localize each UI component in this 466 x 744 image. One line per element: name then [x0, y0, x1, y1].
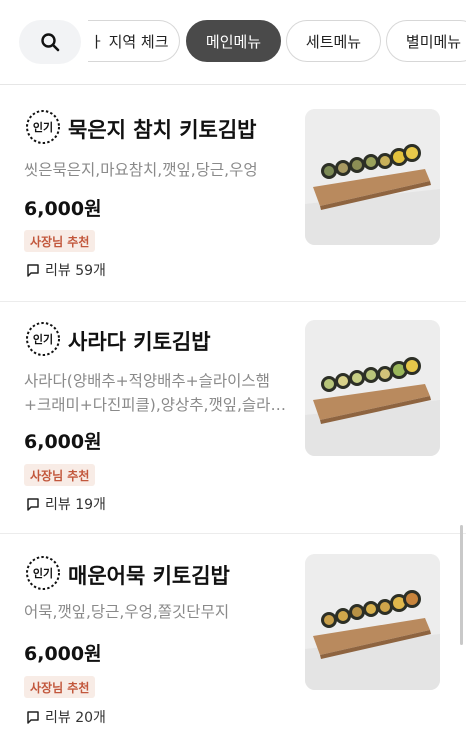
category-chip-label: 세트메뉴: [305, 32, 362, 51]
review-count[interactable]: 리뷰 59개: [26, 260, 106, 280]
speech-bubble-icon: [27, 711, 39, 724]
owner-recommend-badge: 사장님 추천: [24, 464, 96, 486]
popular-badge-icon: 인기: [26, 556, 60, 590]
category-chip-set-menu[interactable]: 세트메뉴: [286, 20, 381, 62]
menu-item[interactable]: 인기 묵은지 참치 키토김밥 씻은묵은지,마요참치,깻잎,당근,우엉 6,000…: [0, 84, 466, 302]
kimbap-photo-image: [305, 554, 440, 690]
review-count-label: 리뷰 20개: [45, 710, 106, 726]
menu-item-description: 어묵,깻잎,당근,우엉,쫄깃단무지: [24, 603, 230, 621]
kimbap-photo-image: [305, 109, 440, 245]
review-count-label: 리뷰 59개: [45, 263, 106, 279]
menu-item[interactable]: 인기 사라다 키토김밥 사라다(양배추+적양배추+슬라이스햄+크래미+다진피클)…: [0, 302, 466, 534]
review-count[interactable]: 리뷰 20개: [26, 707, 106, 727]
category-chip-label: 메인메뉴: [205, 32, 262, 51]
category-bar: ㅏ 지역 체크 메인메뉴 세트메뉴 별미메뉴: [0, 0, 466, 85]
menu-item-description: 씻은묵은지,마요참치,깻잎,당근,우엉: [24, 161, 258, 179]
menu-item-title: 사라다 키토김밥: [68, 330, 211, 354]
badge-label: 인기: [33, 120, 53, 134]
badge-label: 인기: [33, 566, 53, 580]
search-button[interactable]: [19, 20, 81, 64]
review-count[interactable]: 리뷰 19개: [26, 494, 106, 514]
category-chip-special-menu[interactable]: 별미메뉴: [386, 20, 466, 62]
speech-bubble-icon: [27, 264, 39, 277]
popular-badge-icon: 인기: [26, 322, 60, 356]
review-count-label: 리뷰 19개: [45, 497, 106, 513]
menu-item[interactable]: 인기 매운어묵 키토김밥 어묵,깻잎,당근,우엉,쫄깃단무지 6,000원 사장…: [0, 534, 466, 744]
menu-item-price: 6,000원: [24, 431, 102, 453]
kimbap-photo-image: [305, 320, 440, 456]
menu-item-title: 묵은지 참치 키토김밥: [68, 118, 257, 142]
menu-item-photo[interactable]: [305, 554, 440, 690]
menu-item-photo[interactable]: [305, 320, 440, 456]
category-chip-label: ㅏ 지역 체크: [90, 32, 169, 51]
search-icon: [41, 33, 60, 52]
popular-badge-icon: 인기: [26, 110, 60, 144]
badge-label: 인기: [33, 332, 53, 346]
scrollbar[interactable]: [460, 525, 463, 645]
owner-recommend-badge: 사장님 추천: [24, 676, 96, 698]
menu-item-price: 6,000원: [24, 643, 102, 665]
category-chip-label: 별미메뉴: [405, 32, 462, 51]
category-chip-main-menu[interactable]: 메인메뉴: [186, 20, 281, 62]
owner-recommend-badge: 사장님 추천: [24, 230, 96, 252]
menu-item-description: 사라다(양배추+적양배추+슬라이스햄+크래미+다진피클),양상추,깻잎,슬라…: [24, 372, 286, 414]
category-chip-local-check[interactable]: ㅏ 지역 체크: [88, 20, 180, 62]
speech-bubble-icon: [27, 498, 39, 511]
menu-item-price: 6,000원: [24, 198, 102, 220]
menu-item-title: 매운어묵 키토김밥: [68, 564, 230, 588]
menu-item-photo[interactable]: [305, 109, 440, 245]
